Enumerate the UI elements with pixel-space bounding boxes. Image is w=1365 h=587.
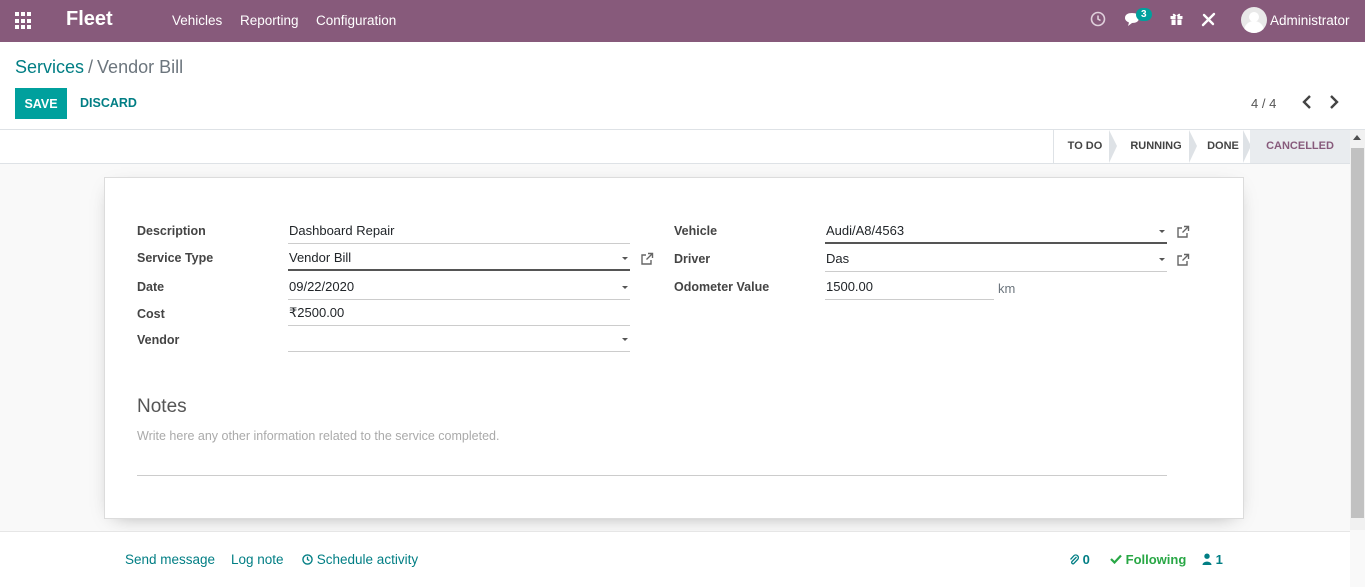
user-icon — [1202, 553, 1212, 565]
service-type-value: Vendor Bill — [289, 250, 352, 265]
stage-done[interactable]: DONE — [1196, 130, 1251, 163]
apps-menu-icon[interactable] — [15, 12, 33, 30]
attachments-button[interactable]: 0 — [1069, 552, 1090, 567]
stage-selector: TO DO RUNNING DONE CANCELLED — [1053, 130, 1350, 163]
attachments-count: 0 — [1082, 552, 1090, 567]
followers-count: 1 — [1215, 552, 1223, 567]
vendor-label: Vendor — [137, 333, 180, 347]
followers-button[interactable]: 1 — [1202, 552, 1223, 567]
driver-select[interactable]: Das — [825, 248, 1167, 272]
cost-input[interactable]: ₹2500.00 — [288, 302, 630, 326]
dropdown-caret-icon[interactable] — [622, 257, 628, 260]
form-sheet: Description Dashboard Repair Service Typ… — [104, 177, 1244, 519]
check-icon — [1110, 554, 1122, 565]
top-navbar: Fleet Vehicles Reporting Configuration 3… — [0, 0, 1365, 42]
schedule-activity-button[interactable]: Schedule activity — [302, 552, 418, 567]
breadcrumb-services-link[interactable]: Services — [15, 57, 84, 77]
driver-value: Das — [826, 251, 850, 266]
stage-running[interactable]: RUNNING — [1116, 130, 1197, 163]
user-menu[interactable]: Administrator — [1270, 13, 1350, 28]
breadcrumb-current: Vendor Bill — [97, 57, 184, 77]
message-count-badge: 3 — [1136, 8, 1152, 21]
notes-textarea[interactable]: Write here any other information related… — [137, 429, 1167, 476]
vehicle-value: Audi/A8/4563 — [826, 223, 905, 238]
dropdown-caret-icon[interactable] — [1159, 258, 1165, 261]
app-brand[interactable]: Fleet — [66, 8, 113, 31]
control-panel: Services / Vendor Bill SAVE DISCARD 4 / 4 — [0, 42, 1365, 130]
avatar[interactable] — [1241, 7, 1267, 33]
paperclip-icon — [1070, 554, 1079, 565]
chatter-bar: Send message Log note Schedule activity … — [0, 531, 1350, 587]
stage-todo[interactable]: TO DO — [1054, 130, 1117, 163]
external-link-icon[interactable] — [640, 252, 654, 266]
menu-vehicles[interactable]: Vehicles — [172, 13, 222, 28]
breadcrumb-separator: / — [88, 57, 94, 77]
vehicle-select[interactable]: Audi/A8/4563 — [825, 220, 1167, 244]
send-message-button[interactable]: Send message — [125, 552, 215, 567]
debug-tools-icon[interactable] — [1201, 12, 1216, 27]
scroll-up-icon[interactable] — [1353, 135, 1361, 140]
dropdown-caret-icon[interactable] — [1159, 230, 1165, 233]
dropdown-caret-icon[interactable] — [622, 338, 628, 341]
service-type-label: Service Type — [137, 251, 214, 265]
external-link-icon[interactable] — [1176, 225, 1190, 239]
following-button[interactable]: Following — [1110, 552, 1186, 567]
notes-heading: Notes — [137, 396, 187, 417]
description-input[interactable]: Dashboard Repair — [288, 220, 630, 244]
odometer-input[interactable]: 1500.00 — [825, 276, 994, 300]
date-label: Date — [137, 280, 165, 294]
clock-icon[interactable] — [1090, 11, 1106, 27]
scrollbar-thumb[interactable] — [1351, 148, 1364, 518]
breadcrumb: Services / Vendor Bill — [15, 57, 183, 78]
vendor-select[interactable] — [288, 328, 630, 352]
status-bar: TO DO RUNNING DONE CANCELLED — [0, 130, 1350, 164]
stage-cancelled[interactable]: CANCELLED — [1250, 130, 1350, 163]
log-note-button[interactable]: Log note — [231, 552, 284, 567]
pager-value: 4 / 4 — [1251, 96, 1277, 111]
scrollbar[interactable] — [1350, 130, 1365, 530]
following-label: Following — [1125, 552, 1187, 567]
vehicle-label: Vehicle — [674, 224, 718, 238]
odometer-unit: km — [998, 281, 1016, 296]
service-type-select[interactable]: Vendor Bill — [288, 247, 630, 271]
save-button[interactable]: SAVE — [15, 88, 67, 119]
menu-reporting[interactable]: Reporting — [240, 13, 299, 28]
dropdown-caret-icon[interactable] — [622, 286, 628, 289]
gift-icon[interactable] — [1169, 11, 1184, 26]
menu-configuration[interactable]: Configuration — [316, 13, 396, 28]
schedule-activity-label: Schedule activity — [316, 552, 419, 567]
date-input[interactable]: 09/22/2020 — [288, 276, 630, 300]
odometer-label: Odometer Value — [674, 280, 770, 294]
discard-button[interactable]: DISCARD — [80, 96, 137, 110]
date-value: 09/22/2020 — [289, 279, 355, 294]
external-link-icon[interactable] — [1176, 253, 1190, 267]
chevron-left-icon[interactable] — [1300, 94, 1314, 110]
description-label: Description — [137, 224, 206, 238]
driver-label: Driver — [674, 252, 711, 266]
clock-icon — [302, 554, 313, 565]
chevron-right-icon[interactable] — [1327, 94, 1341, 110]
cost-label: Cost — [137, 307, 165, 321]
